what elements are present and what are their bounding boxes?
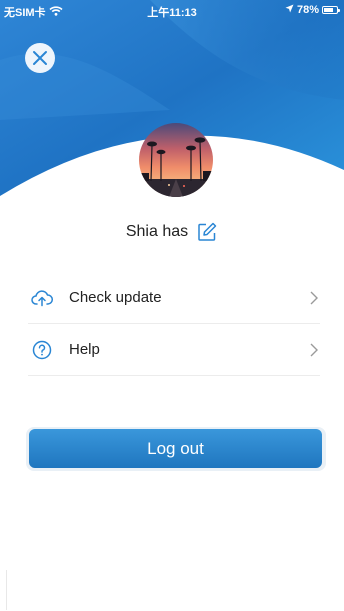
menu-item-label: Help	[69, 341, 100, 358]
menu-item-help[interactable]: Help	[28, 324, 320, 376]
status-right: 78%	[285, 4, 340, 16]
menu-item-check-update[interactable]: Check update	[28, 272, 320, 324]
chevron-right-icon	[308, 342, 320, 358]
username-row: Shia has	[0, 220, 344, 244]
settings-menu: Check update Help	[28, 272, 320, 376]
username: Shia has	[125, 223, 189, 240]
battery-fill	[324, 8, 334, 12]
battery-icon	[322, 6, 340, 14]
logout-button[interactable]: Log out	[29, 429, 322, 468]
avatar-image	[139, 123, 213, 197]
edit-icon	[198, 222, 217, 241]
help-circle-icon	[30, 338, 54, 362]
logout-button-container: Log out	[26, 427, 326, 471]
close-icon	[33, 51, 47, 65]
close-button[interactable]	[25, 43, 55, 73]
edit-profile-button[interactable]	[196, 221, 218, 243]
cloud-upload-icon	[30, 286, 54, 310]
divider	[6, 570, 7, 610]
avatar[interactable]	[139, 123, 213, 197]
chevron-right-icon	[308, 290, 320, 306]
menu-item-label: Check update	[69, 289, 162, 306]
battery-percent: 78%	[296, 4, 319, 16]
profile-header: 无SIM卡 上午11:13 78%	[0, 0, 344, 200]
status-bar: 无SIM卡 上午11:13 78%	[0, 0, 344, 20]
location-arrow-icon	[285, 4, 294, 16]
